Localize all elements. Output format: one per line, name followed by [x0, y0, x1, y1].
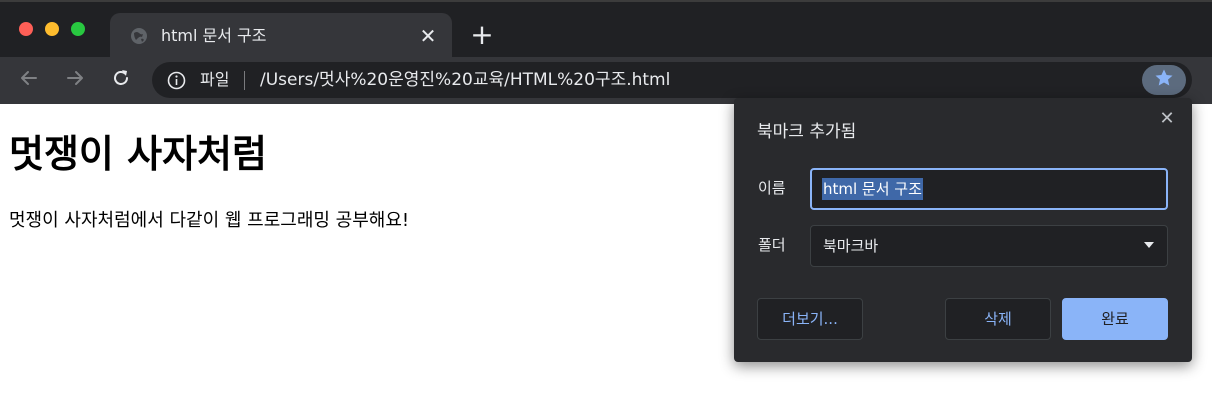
chevron-down-icon	[1144, 242, 1154, 248]
done-button[interactable]: 완료	[1062, 298, 1168, 340]
new-tab-button[interactable]: +	[468, 21, 496, 50]
arrow-right-icon	[65, 68, 85, 92]
scheme-label: 파일	[200, 70, 230, 89]
globe-icon	[130, 27, 148, 45]
url-text[interactable]: /Users/멋사%20운영진%20교육/HTML%20구조.html	[260, 69, 670, 91]
maximize-window-button[interactable]	[71, 22, 85, 36]
delete-button[interactable]: 삭제	[945, 298, 1051, 340]
more-button[interactable]: 더보기...	[757, 298, 863, 340]
address-bar[interactable]: 파일 /Users/멋사%20운영진%20교육/HTML%20구조.html	[152, 62, 1192, 98]
bookmark-dialog: 북마크 추가됨 ✕ 이름 html 문서 구조 폴더 북마크바 더보기... 삭…	[734, 98, 1192, 362]
tab-strip: html 문서 구조 ✕ +	[0, 0, 1212, 59]
minimize-window-button[interactable]	[45, 22, 59, 36]
back-button[interactable]	[14, 65, 44, 95]
name-label: 이름	[758, 179, 786, 197]
bookmark-name-input[interactable]: html 문서 구조	[810, 168, 1168, 210]
dialog-title: 북마크 추가됨	[757, 122, 857, 142]
folder-label: 폴더	[758, 236, 786, 254]
close-icon[interactable]: ✕	[1156, 108, 1178, 130]
address-separator	[244, 71, 245, 90]
reload-icon	[111, 68, 131, 92]
folder-value: 북마크바	[823, 237, 879, 255]
forward-button[interactable]	[60, 65, 90, 95]
bookmark-name-value[interactable]: html 문서 구조	[822, 178, 923, 200]
arrow-left-icon	[19, 68, 39, 92]
tab-title: html 문서 구조	[161, 26, 267, 45]
reload-button[interactable]	[106, 65, 136, 95]
bookmark-button[interactable]	[1142, 65, 1186, 95]
info-icon[interactable]	[167, 71, 186, 90]
page-heading: 멋쟁이 사자처럼	[9, 132, 267, 176]
tab-active[interactable]: html 문서 구조 ✕	[110, 13, 452, 59]
browser-toolbar: 파일 /Users/멋사%20운영진%20교육/HTML%20구조.html	[0, 57, 1212, 104]
folder-select[interactable]: 북마크바	[810, 225, 1168, 267]
page-paragraph: 멋쟁이 사자처럼에서 다같이 웹 프로그래밍 공부해요!	[9, 210, 410, 231]
close-icon[interactable]: ✕	[417, 25, 439, 47]
close-window-button[interactable]	[19, 22, 33, 36]
star-icon	[1154, 68, 1174, 92]
